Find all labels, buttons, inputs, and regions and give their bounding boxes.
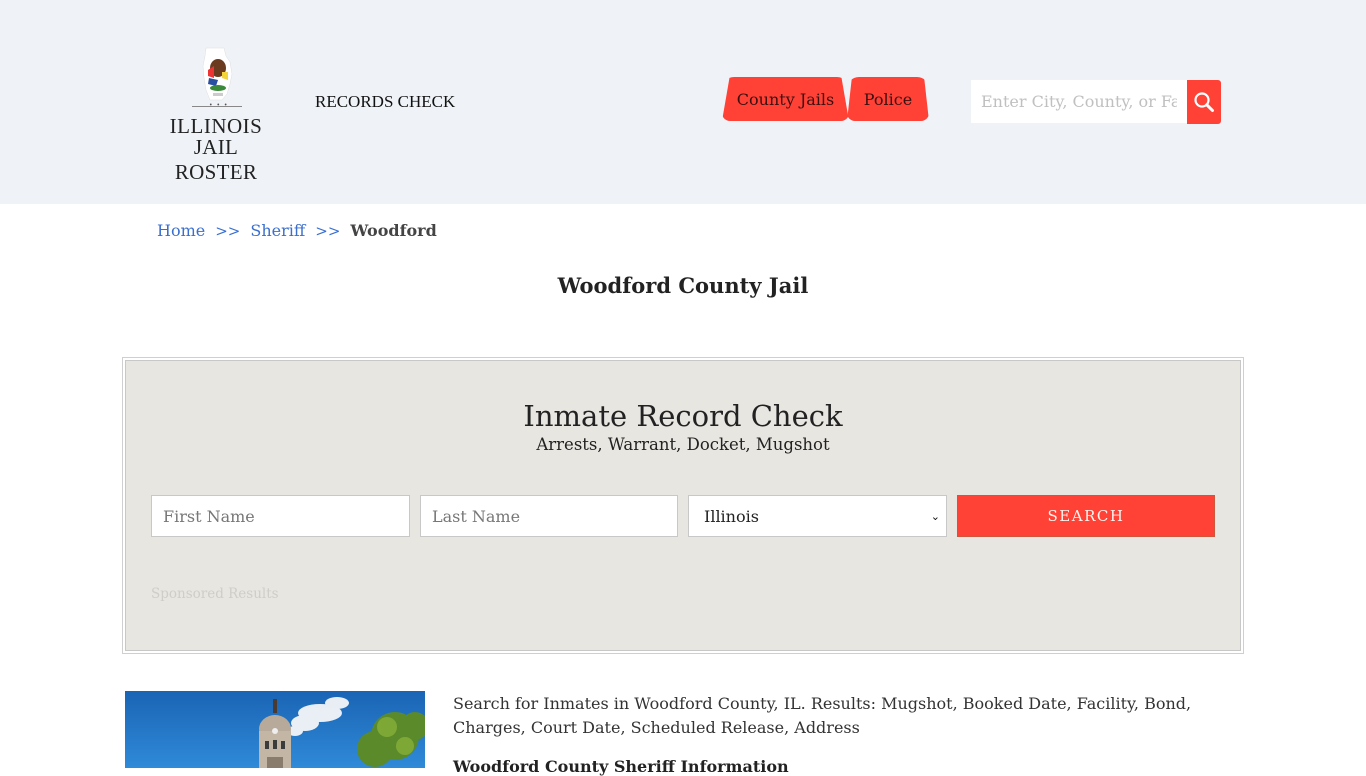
search-button[interactable] (1187, 80, 1221, 124)
site-header: • • • ILLINOIS JAIL ROSTER RECORDS CHECK… (0, 0, 1366, 204)
location-search-input[interactable] (971, 80, 1187, 123)
breadcrumb-sheriff[interactable]: Sheriff (250, 221, 305, 240)
record-search-button[interactable]: SEARCH (957, 495, 1215, 537)
record-check-form: Inmate Record Check Arrests, Warrant, Do… (125, 360, 1241, 651)
breadcrumb-separator: >> (315, 222, 341, 240)
breadcrumb-separator: >> (215, 222, 241, 240)
logo-dots: • • • (209, 102, 229, 109)
sheriff-info-heading: Woodford County Sheriff Information (453, 757, 789, 776)
courthouse-image (125, 691, 425, 768)
record-check-subtitle: Arrests, Warrant, Docket, Mugshot (536, 435, 830, 454)
records-check-link[interactable]: RECORDS CHECK (315, 92, 455, 112)
sponsored-results-label: Sponsored Results (151, 586, 279, 602)
inmate-record-check-panel: Inmate Record Check Arrests, Warrant, Do… (122, 357, 1244, 654)
last-name-input[interactable] (420, 495, 678, 537)
county-description: Search for Inmates in Woodford County, I… (453, 694, 1192, 737)
courthouse-photo (125, 691, 425, 768)
logo-text-jail-roster: JAIL ROSTER (174, 135, 258, 184)
illinois-state-seal-icon (202, 47, 233, 101)
state-select-value: Illinois (704, 506, 759, 526)
chevron-down-icon: ⌄ (930, 509, 940, 523)
breadcrumb: Home >> Sheriff >> Woodford (157, 221, 437, 240)
first-name-input[interactable] (151, 495, 410, 537)
breadcrumb-home[interactable]: Home (157, 221, 205, 240)
breadcrumb-current: Woodford (350, 221, 437, 240)
state-select[interactable]: Illinois ⌄ (688, 495, 947, 537)
record-check-title: Inmate Record Check (523, 399, 843, 433)
site-logo[interactable]: • • • ILLINOIS JAIL ROSTER (152, 44, 282, 184)
search-icon (1194, 92, 1214, 112)
nav-tab-police[interactable]: Police (847, 77, 929, 121)
page-title: Woodford County Jail (557, 273, 809, 298)
nav-tab-county-jails[interactable]: County Jails (722, 77, 849, 121)
